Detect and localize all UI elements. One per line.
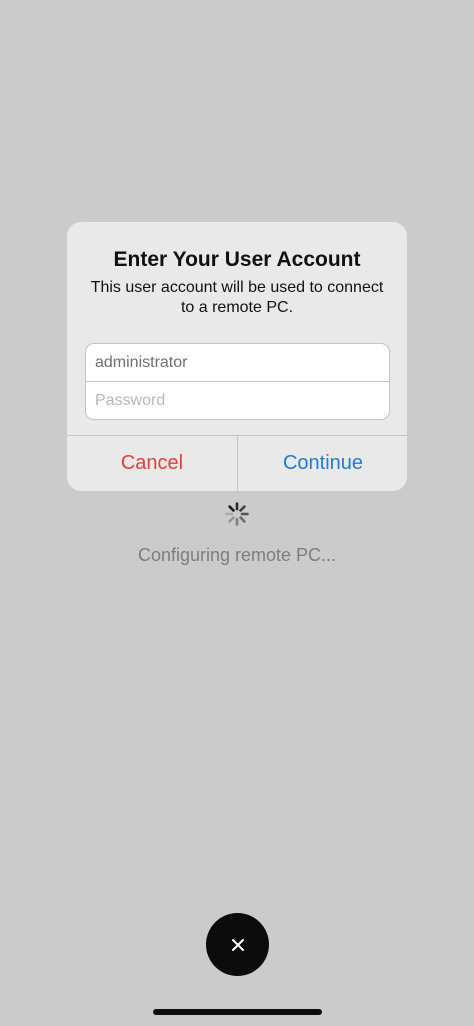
credentials-fields: administrator Password xyxy=(85,343,390,420)
cancel-button[interactable]: Cancel xyxy=(67,436,237,491)
account-dialog: Enter Your User Account This user accoun… xyxy=(67,222,407,491)
close-button[interactable] xyxy=(206,913,269,976)
password-field[interactable]: Password xyxy=(86,382,389,419)
continue-button[interactable]: Continue xyxy=(238,436,407,491)
status-text: Configuring remote PC... xyxy=(137,545,337,565)
screen: Enter Your User Account This user accoun… xyxy=(0,0,474,1026)
close-icon xyxy=(231,938,244,951)
loading-spinner-icon xyxy=(225,502,249,526)
home-indicator xyxy=(153,1009,322,1015)
dialog-title: Enter Your User Account xyxy=(113,248,361,271)
username-field[interactable]: administrator xyxy=(86,344,389,381)
dialog-message: This user account will be used to connec… xyxy=(90,279,384,316)
